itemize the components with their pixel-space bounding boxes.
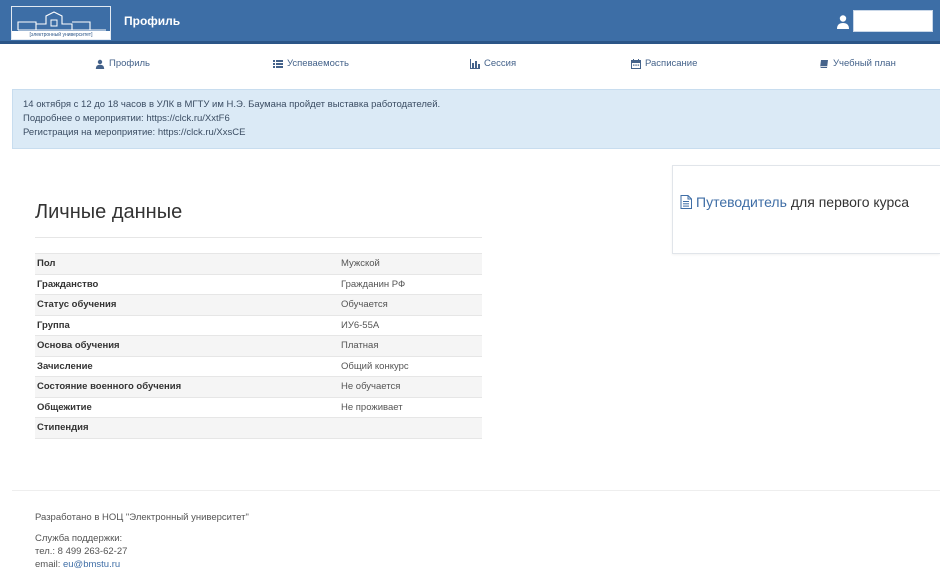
user-icon[interactable]	[836, 14, 850, 30]
row-value	[339, 417, 482, 439]
row-value: Гражданин РФ	[339, 273, 482, 295]
row-value: ИУ6-55А	[339, 314, 482, 336]
row-label: Пол	[35, 253, 339, 274]
bar-chart-icon	[470, 58, 480, 69]
support-email-link[interactable]: eu@bmstu.ru	[63, 559, 120, 570]
row-label: Общежитие	[35, 396, 339, 418]
table-row: Состояние военного обучения Не обучается	[35, 376, 482, 397]
nav-label: Успеваемость	[287, 58, 349, 69]
announcement-details-link[interactable]: Подробнее о мероприятии: https://clck.ru…	[23, 112, 930, 126]
calendar-icon	[631, 58, 641, 69]
support-email-line: email: eu@bmstu.ru	[35, 558, 249, 571]
footer-divider	[12, 490, 940, 491]
row-label: Гражданство	[35, 273, 339, 295]
table-row: Основа обучения Платная	[35, 335, 482, 356]
grades-icon	[273, 59, 283, 68]
user-icon	[95, 59, 105, 69]
nav-item-schedule[interactable]: Расписание	[631, 58, 697, 69]
nav-item-session[interactable]: Сессия	[470, 58, 516, 69]
table-row: Гражданство Гражданин РФ	[35, 273, 482, 295]
personal-data-table: Пол Мужской Гражданство Гражданин РФ Стату…	[35, 253, 482, 439]
logo-caption: [электронный университет]	[12, 31, 110, 39]
support-phone: тел.: 8 499 263-62-27	[35, 546, 128, 557]
freshman-guide-panel: Путеводитель для первого курса	[672, 165, 940, 254]
table-row: Общежитие Не проживает	[35, 396, 482, 418]
nav-label: Профиль	[109, 58, 151, 69]
section-title: Личные данные	[35, 201, 183, 223]
footer: Разработано в НОЦ "Электронный университ…	[35, 511, 249, 571]
table-row: Статус обучения Обучается	[35, 294, 482, 315]
university-logo[interactable]: [электронный университет]	[11, 6, 111, 40]
page-title: Профиль	[124, 14, 181, 28]
announcement-registration-link[interactable]: Регистрация на мероприятие: https://clck…	[23, 126, 930, 140]
row-value: Мужской	[339, 253, 482, 274]
row-value: Не обучается	[339, 376, 482, 397]
row-label: Зачисление	[35, 355, 339, 377]
user-name-field[interactable]	[853, 10, 933, 32]
freshman-guide-link[interactable]: Путеводитель	[696, 194, 787, 210]
support-label: Служба поддержки:	[35, 533, 123, 544]
nav-label: Сессия	[484, 58, 517, 69]
main-navigation: Профиль Успеваемость Сессия Расписание У…	[0, 58, 940, 80]
row-value: Общий конкурс	[339, 355, 482, 377]
top-bar: [электронный университет] Профиль	[0, 0, 940, 44]
table-row: Стипендия	[35, 417, 482, 439]
nav-item-study-plan[interactable]: Учебный план	[819, 58, 896, 69]
row-value: Обучается	[339, 294, 482, 315]
row-value: Платная	[339, 335, 482, 356]
document-icon	[680, 195, 692, 209]
row-label: Основа обучения	[35, 335, 339, 356]
row-label: Статус обучения	[35, 294, 339, 315]
row-label: Состояние военного обучения	[35, 376, 339, 397]
row-label: Стипендия	[35, 417, 339, 439]
logo-building-icon	[17, 11, 106, 31]
row-label: Группа	[35, 314, 339, 336]
footer-developer-credit: Разработано в НОЦ "Электронный университ…	[35, 512, 249, 523]
announcement-banner: 14 октября с 12 до 18 часов в УЛК в МГТУ…	[12, 89, 940, 149]
nav-label: Учебный план	[833, 58, 896, 69]
nav-item-profile[interactable]: Профиль	[95, 58, 150, 69]
announcement-text: 14 октября с 12 до 18 часов в УЛК в МГТУ…	[23, 99, 441, 110]
guide-caption: для первого курса	[790, 194, 910, 210]
table-row: Зачисление Общий конкурс	[35, 355, 482, 377]
email-label: email:	[35, 559, 63, 570]
row-value: Не проживает	[339, 396, 482, 418]
nav-label: Расписание	[645, 58, 698, 69]
book-icon	[819, 59, 828, 68]
table-row: Группа ИУ6-55А	[35, 314, 482, 336]
divider	[35, 237, 482, 238]
nav-item-grades[interactable]: Успеваемость	[273, 58, 349, 69]
table-row: Пол Мужской	[35, 253, 482, 274]
